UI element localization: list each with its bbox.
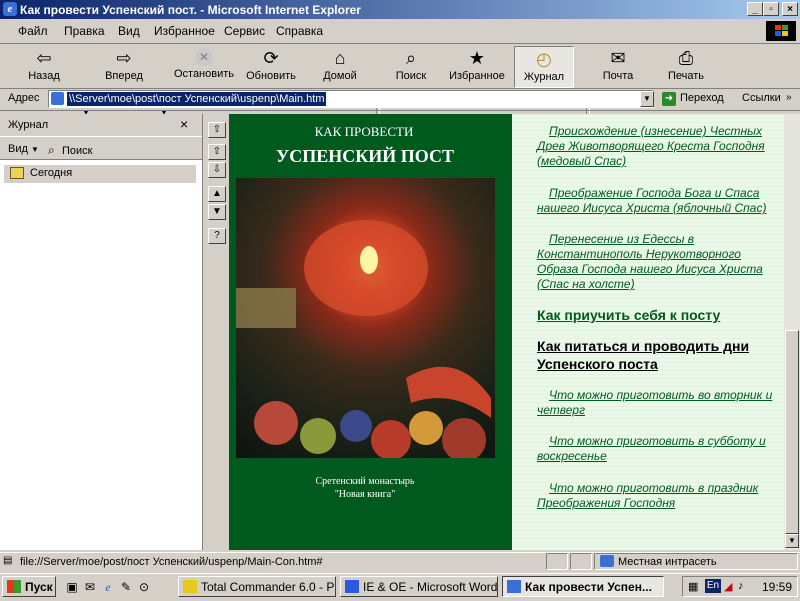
- forward-button[interactable]: ⇨ Вперед: [100, 46, 148, 86]
- frame-top-button[interactable]: ⇧: [208, 122, 226, 138]
- print-icon: ⎙: [678, 48, 694, 68]
- search-icon: ⌕: [48, 143, 55, 157]
- frame-scroll-up-button[interactable]: ▲: [208, 186, 226, 202]
- cover-photo-drawing: [236, 220, 491, 458]
- cover-big-title: УСПЕНСКИЙ ПОСТ: [276, 146, 454, 166]
- frame-scroll-down-button[interactable]: ▼: [208, 204, 226, 220]
- total-commander-icon: [183, 580, 197, 593]
- refresh-icon: ⟳: [263, 48, 279, 68]
- internet-explorer-quicklaunch-icon[interactable]: e: [100, 579, 116, 595]
- menu-view[interactable]: Вид: [118, 24, 140, 38]
- window-title: Как провести Успенский пост. - Microsoft…: [20, 3, 361, 17]
- frame-nav-column: [204, 114, 228, 550]
- windows-flag-icon: [7, 580, 21, 593]
- link-tuesday-thursday[interactable]: Что можно приготовить во вторник и четве…: [537, 388, 773, 418]
- cover-small-title: КАК ПРОВЕСТИ: [314, 124, 414, 139]
- close-button[interactable]: ×: [782, 2, 798, 16]
- page-icon: [51, 92, 64, 105]
- print-button[interactable]: ⎙ Печать: [664, 46, 708, 86]
- tray-network-icon[interactable]: ▦: [688, 580, 698, 593]
- history-pane-close-icon[interactable]: ×: [180, 116, 188, 132]
- view-dropdown-icon: ▼: [30, 145, 39, 154]
- language-indicator[interactable]: En: [705, 579, 721, 593]
- stop-button[interactable]: ✕ Остановить: [172, 46, 236, 86]
- refresh-button[interactable]: ⟳ Обновить: [244, 46, 298, 86]
- menu-favorites[interactable]: Избранное: [154, 24, 215, 38]
- mail-button[interactable]: ✉ Почта: [598, 46, 638, 86]
- link-transfiguration[interactable]: Преображение Господа Бога и Спаса нашего…: [537, 186, 773, 216]
- link-how-to-accustom-to-fast[interactable]: Как приучить себя к посту: [537, 306, 773, 324]
- links-button[interactable]: Ссылки: [742, 92, 781, 104]
- intranet-zone-icon: [600, 555, 614, 567]
- history-icon: ◴: [536, 49, 552, 69]
- favorites-button[interactable]: ★ Избранное: [446, 46, 508, 86]
- task-total-commander[interactable]: Total Commander 6.0 - Priit...: [178, 576, 336, 597]
- address-value: \\Server\moe\post\пост Успенский\uspenp\…: [67, 92, 327, 106]
- toolbar: ⇦ Назад ▼ ⇨ Вперед ▼ ✕ Остановить ⟳ Обно…: [0, 44, 800, 128]
- outlook-express-icon[interactable]: ✉: [82, 579, 98, 595]
- status-cell-1: [546, 553, 568, 570]
- minimize-button[interactable]: _: [747, 2, 763, 16]
- ie-page-icon: [507, 580, 521, 593]
- menu-edit[interactable]: Правка: [64, 24, 105, 38]
- link-saturday-sunday[interactable]: Что можно приготовить в субботу и воскре…: [537, 434, 773, 464]
- history-item-today[interactable]: Сегодня: [4, 165, 196, 183]
- internet-explorer-icon: e: [3, 2, 17, 16]
- history-pane-title: Журнал: [8, 119, 49, 131]
- windows-logo-icon: [766, 21, 796, 41]
- scrollbar-thumb[interactable]: [785, 330, 799, 534]
- back-button[interactable]: ⇦ Назад: [20, 46, 68, 86]
- status-text: file://Server/moe/post/пост Успенский/us…: [20, 556, 323, 568]
- task-internet-explorer[interactable]: Как провести Успен...: [502, 576, 664, 597]
- tray-antivirus-icon[interactable]: ◢: [724, 580, 732, 593]
- show-desktop-icon[interactable]: ▣: [64, 579, 80, 595]
- address-label: Адрес: [8, 92, 40, 104]
- history-view-button[interactable]: Вид ▼: [8, 143, 39, 155]
- scroll-down-arrow-icon[interactable]: ▼: [785, 534, 799, 548]
- commander-icon[interactable]: ⊙: [136, 579, 152, 595]
- status-cell-2: [570, 553, 592, 570]
- back-arrow-icon: ⇦: [36, 48, 52, 68]
- calendar-icon: [10, 167, 24, 179]
- history-search-button[interactable]: ⌕ Поиск: [48, 143, 92, 158]
- stop-icon: ✕: [195, 48, 213, 66]
- home-button[interactable]: ⌂ Домой: [318, 46, 362, 86]
- menu-tools[interactable]: Сервис: [224, 24, 265, 38]
- status-page-icon: ▤: [3, 555, 13, 566]
- address-dropdown-icon[interactable]: ▼: [640, 91, 654, 107]
- title-bar[interactable]: e Как провести Успенский пост. - Microso…: [0, 0, 800, 19]
- task-word[interactable]: IE & OE - Microsoft Word: [340, 576, 498, 597]
- go-button[interactable]: Переход: [680, 92, 724, 104]
- cover-photo-candle-hands: [236, 178, 495, 458]
- go-arrow-icon[interactable]: ➜: [662, 92, 676, 106]
- volume-icon[interactable]: ♪: [738, 580, 744, 592]
- mail-icon: ✉: [610, 48, 626, 68]
- home-icon: ⌂: [334, 48, 346, 68]
- menu-file[interactable]: Файл: [18, 24, 48, 38]
- frame-help-button[interactable]: ?: [208, 228, 226, 244]
- word-doc-icon: [345, 580, 359, 593]
- links-chevron-icon[interactable]: »: [786, 92, 792, 103]
- search-icon: ⌕: [405, 48, 417, 68]
- frame-next-button[interactable]: ⇩: [208, 162, 226, 178]
- clock: 19:59: [762, 580, 793, 594]
- search-button[interactable]: ⌕ Поиск: [390, 46, 432, 86]
- heading-how-to-eat-during-fast[interactable]: Как питаться и проводить дни Успенского …: [537, 337, 773, 373]
- start-button[interactable]: Пуск: [2, 576, 56, 597]
- history-button[interactable]: ◴ Журнал: [514, 46, 574, 88]
- forward-arrow-icon: ⇨: [116, 48, 132, 68]
- maximize-button[interactable]: ▫: [763, 2, 779, 16]
- publisher-line-1: Сретенский монастырь: [315, 476, 415, 487]
- address-input[interactable]: \\Server\moe\post\пост Успенский\uspenp\…: [48, 90, 654, 108]
- link-image-not-made-by-hands[interactable]: Перенесение из Едессы в Константинополь …: [537, 232, 773, 292]
- status-zone: Местная интрасеть: [618, 556, 717, 568]
- favorites-icon: ★: [468, 48, 486, 68]
- link-transfiguration-feast[interactable]: Что можно приготовить в праздник Преобра…: [537, 481, 773, 511]
- menu-bar: Файл Правка Вид Избранное Сервис Справка: [0, 19, 800, 44]
- frame-prev-button[interactable]: ⇧: [208, 144, 226, 160]
- publisher-line-2: "Новая книга": [334, 489, 396, 500]
- word-icon[interactable]: ✎: [118, 579, 134, 595]
- link-honey-savior[interactable]: Происхождение (изнесение) Честных Древ Ж…: [537, 124, 773, 169]
- menu-help[interactable]: Справка: [276, 24, 323, 38]
